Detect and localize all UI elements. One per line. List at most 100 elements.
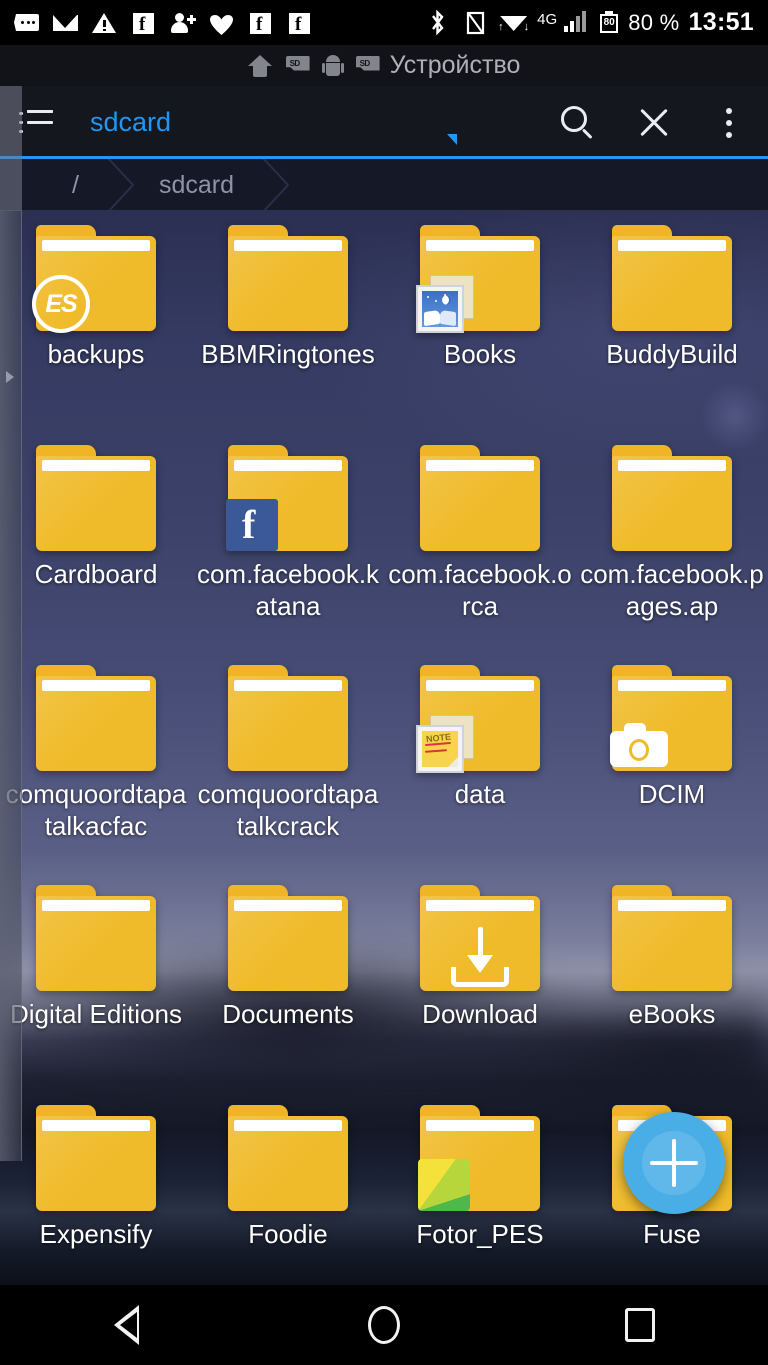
tab-sdcard[interactable]: sdcard [72,86,540,159]
folder-icon [228,665,348,771]
folder-icon [420,885,540,991]
file-grid-item[interactable]: ES backups [0,211,192,431]
tab-active-marker [447,134,457,145]
folder-icon [612,445,732,551]
file-name-label: comquoordtapatalkacfac [5,779,187,841]
file-name-label: BBMRingtones [201,339,375,369]
sdcard-icon[interactable]: SD [285,55,310,76]
device-tab-bar[interactable]: SD SD Устройство [0,45,768,86]
file-grid-item[interactable]: Documents [192,871,384,1091]
folder-icon [36,885,156,991]
facebook-notification-icon-3: f [285,8,314,37]
breadcrumb-item-label: / [72,170,79,199]
folder-icon [228,1105,348,1211]
file-grid-item[interactable]: f com.facebook.katana [192,431,384,651]
file-name-label: comquoordtapatalkcrack [197,779,379,841]
file-name-label: eBooks [628,999,716,1029]
facebook-notification-icon-2: f [246,8,275,37]
file-name-label: com.facebook.pages.ap [580,559,764,621]
bluetooth-icon [423,8,452,37]
image-thumbnail-icon [416,275,476,333]
android-nav-bar [0,1285,768,1365]
sms-icon [12,8,41,37]
recents-button[interactable] [560,1285,720,1365]
breadcrumb-item-label: sdcard [158,170,234,199]
search-icon [561,105,595,140]
file-grid-item[interactable]: com.facebook.pages.ap [576,431,768,651]
file-grid-item[interactable]: Fotor_PES [384,1091,576,1285]
folder-icon [416,225,540,333]
nfc-icon [461,8,490,37]
folder-icon [36,445,156,551]
facebook-notification-icon: f [129,8,158,37]
file-name-label: Cardboard [34,559,158,589]
chevron-right-icon [262,159,290,211]
file-name-label: com.facebook.orca [388,559,572,621]
file-grid-item[interactable]: com.facebook.orca [384,431,576,651]
file-grid-item[interactable]: NOTE data [384,651,576,871]
file-name-label: Expensify [39,1219,153,1249]
folder-icon: NOTE [416,665,540,773]
file-name-label: Foodie [248,1219,328,1249]
home-button[interactable] [304,1285,464,1365]
file-grid-item[interactable]: Cardboard [0,431,192,651]
file-name-label: backups [47,339,145,369]
drawer-peek-strip[interactable] [0,211,22,1161]
file-grid-item[interactable]: Expensify [0,1091,192,1285]
drawer-peek-top[interactable] [0,86,22,211]
email-icon [51,8,80,37]
close-button[interactable] [616,86,692,159]
battery-level-number: 80 [603,17,615,28]
file-grid-item[interactable]: Books [384,211,576,431]
folder-icon [36,665,156,771]
back-triangle-icon [114,1305,142,1345]
download-arrow-icon [443,925,517,989]
file-name-label: Documents [222,999,354,1029]
friend-request-icon [168,8,197,37]
overflow-menu-button[interactable] [692,86,768,159]
overflow-menu-icon [726,106,734,140]
health-icon [207,8,236,37]
file-name-label: Fotor_PES [416,1219,544,1249]
folder-icon [612,885,732,991]
wifi-icon: ↑ ↓ [498,8,529,37]
warning-icon [90,8,119,37]
home-icon[interactable] [247,54,272,77]
folder-icon [36,1105,156,1211]
file-name-label: com.facebook.katana [196,559,380,621]
android-icon[interactable] [321,54,344,77]
file-grid-item[interactable]: comquoordtapatalkcrack [192,651,384,871]
breadcrumb: / sdcard [0,159,768,211]
close-icon [637,106,671,140]
status-notification-icons: f f f [0,8,423,37]
file-grid-item[interactable]: Digital Editions [0,871,192,1091]
back-button[interactable] [48,1285,208,1365]
folder-icon [610,665,732,771]
signal-bars-icon [562,8,590,37]
clock-label: 13:51 [688,8,754,36]
folder-icon [612,225,732,331]
file-grid-item[interactable]: Download [384,871,576,1091]
search-button[interactable] [540,86,616,159]
file-name-label: DCIM [638,779,706,809]
file-grid-item[interactable]: Foodie [192,1091,384,1285]
breadcrumb-item-sdcard[interactable]: sdcard [107,159,290,211]
add-button[interactable] [623,1112,725,1214]
folder-icon: ES [32,225,156,333]
camera-icon [610,723,668,767]
plus-icon-bar [650,1161,698,1165]
folder-icon: f [226,445,348,551]
network-type-label: 4G [537,11,558,28]
file-grid-item[interactable]: eBooks [576,871,768,1091]
file-name-label: data [454,779,506,809]
file-grid-item[interactable]: BuddyBuild [576,211,768,431]
file-name-label: Books [443,339,517,369]
file-grid-item[interactable]: BBMRingtones [192,211,384,431]
file-name-label: Fuse [643,1219,701,1249]
app-toolbar: sdcard [0,86,768,159]
status-bar: f f f ↑ ↓ 4G 80 80 % 13:51 [0,0,768,45]
note-thumbnail-icon: NOTE [416,715,476,773]
file-grid-item[interactable]: DCIM [576,651,768,871]
color-pinwheel-icon [418,1159,470,1211]
file-grid-item[interactable]: comquoordtapatalkacfac [0,651,192,871]
